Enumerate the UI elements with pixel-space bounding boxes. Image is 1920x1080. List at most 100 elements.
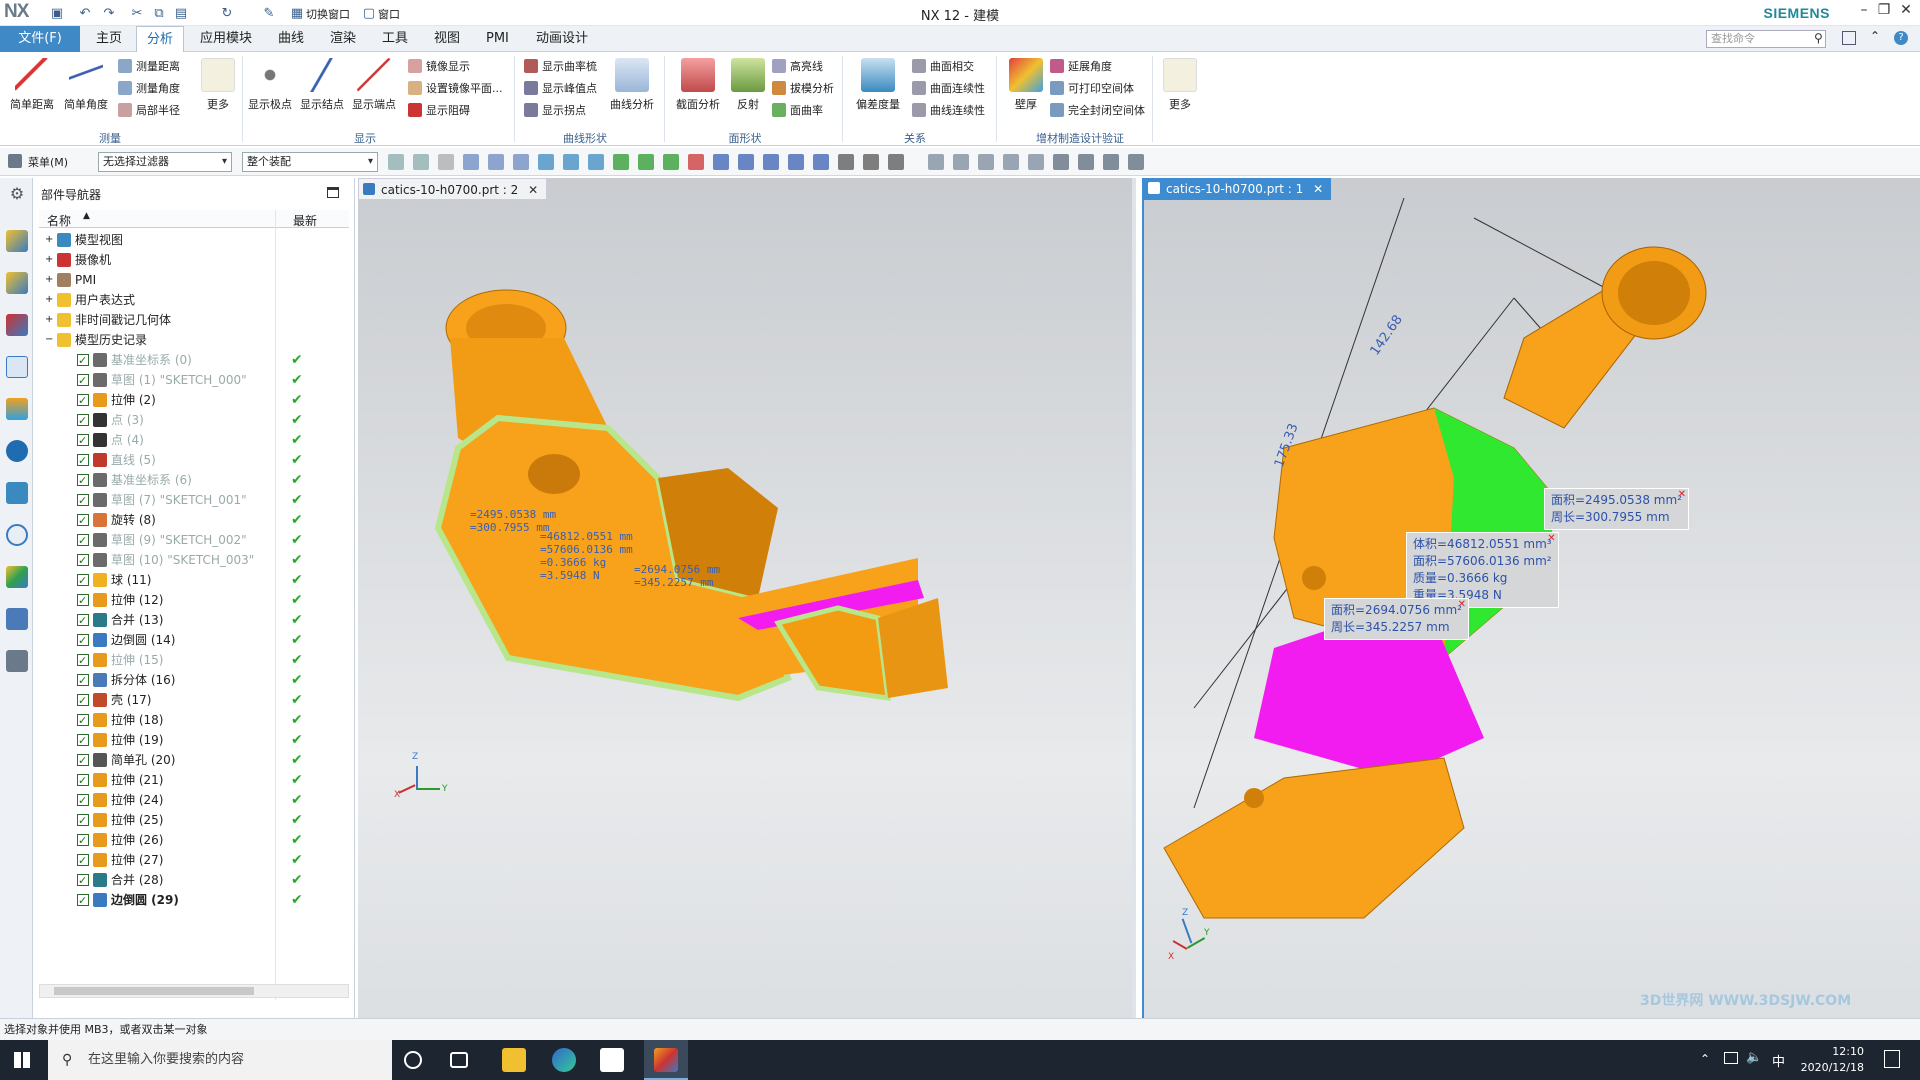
lasso-icon[interactable] — [488, 154, 504, 170]
navigator-group-row[interactable]: + 摄像机 — [39, 250, 349, 270]
tab-pmi[interactable]: PMI — [476, 26, 519, 52]
clock-icon[interactable] — [6, 524, 28, 546]
pan-icon[interactable] — [1003, 154, 1019, 170]
expand-icon[interactable]: + — [45, 230, 53, 250]
expand-icon[interactable]: + — [45, 270, 53, 290]
history-palette-icon[interactable] — [6, 482, 28, 504]
show-endpoints-button[interactable]: 显示端点 — [350, 58, 398, 120]
face-continuity-button[interactable]: 曲面连续性 — [912, 78, 985, 98]
select-icon[interactable] — [413, 154, 429, 170]
curvature-comb-button[interactable]: 显示曲率梳 — [524, 56, 597, 76]
expand-icon[interactable]: + — [45, 310, 53, 330]
point-on-curve-icon[interactable] — [788, 154, 804, 170]
repeat-command-icon[interactable]: ↻ — [218, 4, 236, 22]
feature-checkbox[interactable] — [77, 771, 89, 791]
feature-checkbox[interactable] — [77, 551, 89, 571]
close-icon[interactable]: ✕ — [1678, 486, 1686, 503]
printable-volume-button[interactable]: 可打印空间体 — [1050, 78, 1134, 98]
close-icon[interactable]: ✕ — [1547, 530, 1555, 547]
help-icon[interactable]: ? — [1894, 31, 1908, 45]
feature-row[interactable]: 拉伸 (25) ✔ — [39, 810, 349, 831]
feature-row[interactable]: 壳 (17) ✔ — [39, 690, 349, 711]
graphics-window-2[interactable]: catics-10-h0700.prt : 1 ✕ 175.33 142.68 … — [1142, 178, 1920, 1018]
windows-start-icon[interactable] — [14, 1052, 30, 1068]
feature-row[interactable]: 边倒圆 (14) ✔ — [39, 630, 349, 651]
navigator-group-row[interactable]: + 模型视图 — [39, 230, 349, 250]
touch-mode-icon[interactable]: ✎ — [260, 4, 278, 22]
solid-icon[interactable] — [538, 154, 554, 170]
web-browser-icon[interactable] — [6, 440, 28, 462]
graphics-window-1[interactable]: catics-10-h0700.prt : 2 ✕ =2495.0538 mm … — [358, 178, 1136, 1018]
section-analysis-button[interactable]: 截面分析 — [674, 58, 722, 120]
simple-distance-button[interactable]: 简单距离 — [8, 58, 56, 120]
feature-row[interactable]: 拉伸 (15) ✔ — [39, 650, 349, 671]
feature-checkbox[interactable] — [77, 871, 89, 891]
shaded-icon[interactable] — [1078, 154, 1094, 170]
peak-points-button[interactable]: 显示峰值点 — [524, 78, 597, 98]
system-clock[interactable]: 12:10 2020/12/18 — [1801, 1044, 1864, 1076]
existing-point-icon[interactable] — [838, 154, 854, 170]
part-navigator-icon[interactable] — [6, 314, 28, 336]
window-layout-icon[interactable] — [1842, 31, 1856, 45]
feature-checkbox[interactable] — [77, 751, 89, 771]
feature-row[interactable]: 草图 (7) "SKETCH_001" ✔ — [39, 490, 349, 511]
reflection-button[interactable]: 反射 — [724, 58, 772, 120]
quadrant-snap-icon[interactable] — [763, 154, 779, 170]
hide-icon[interactable] — [1103, 154, 1119, 170]
feature-row[interactable]: 点 (4) ✔ — [39, 430, 349, 451]
enclosed-volume-button[interactable]: 完全封闭空间体 — [1050, 100, 1145, 120]
feature-checkbox[interactable] — [77, 451, 89, 471]
feature-checkbox[interactable] — [77, 891, 89, 911]
feature-checkbox[interactable] — [77, 391, 89, 411]
am-more-button[interactable]: 更多 — [1156, 58, 1204, 120]
tab-tools[interactable]: 工具 — [372, 26, 418, 52]
navigator-group-row[interactable]: + PMI — [39, 270, 349, 290]
snap-settings-icon[interactable] — [388, 154, 404, 170]
feature-checkbox[interactable] — [77, 491, 89, 511]
rect-select-icon[interactable] — [463, 154, 479, 170]
feature-row[interactable]: 拉伸 (12) ✔ — [39, 590, 349, 611]
constraint-navigator-icon[interactable] — [6, 272, 28, 294]
face-icon[interactable] — [563, 154, 579, 170]
tangent-snap-icon[interactable] — [738, 154, 754, 170]
tab-analysis[interactable]: 分析 — [136, 26, 185, 53]
polygon-snap-icon[interactable] — [888, 154, 904, 170]
control-point-snap-icon[interactable] — [663, 154, 679, 170]
expand-icon[interactable]: + — [45, 250, 53, 270]
feature-row[interactable]: 基准坐标系 (6) ✔ — [39, 470, 349, 491]
feature-checkbox[interactable] — [77, 711, 89, 731]
column-latest-header[interactable]: 最新 — [293, 212, 317, 229]
feature-checkbox[interactable] — [77, 471, 89, 491]
volume-icon[interactable]: 🔈 — [1746, 1050, 1762, 1065]
feature-checkbox[interactable] — [77, 371, 89, 391]
undo-icon[interactable]: ↶ — [76, 4, 94, 22]
feature-checkbox[interactable] — [77, 611, 89, 631]
feature-row[interactable]: 草图 (9) "SKETCH_002" ✔ — [39, 530, 349, 551]
cortana-icon[interactable] — [404, 1051, 422, 1069]
feature-row[interactable]: 草图 (1) "SKETCH_000" ✔ — [39, 370, 349, 391]
body-icon[interactable] — [588, 154, 604, 170]
notification-icon[interactable] — [1884, 1050, 1900, 1068]
navigator-group-row[interactable]: + 用户表达式 — [39, 290, 349, 310]
navigator-group-row[interactable]: + 非时间戳记几何体 — [39, 310, 349, 330]
set-mirror-plane-button[interactable]: 设置镜像平面... — [408, 78, 503, 98]
feature-checkbox[interactable] — [77, 791, 89, 811]
feature-checkbox[interactable] — [77, 631, 89, 651]
deviation-gauge-button[interactable]: 偏差度量 — [854, 58, 902, 120]
collapse-icon[interactable]: − — [45, 330, 53, 350]
command-search-input[interactable]: 查找命令 — [1706, 30, 1826, 48]
tray-chevron-icon[interactable]: ⌃ — [1700, 1052, 1710, 1066]
mirror-display-button[interactable]: 镜像显示 — [408, 56, 470, 76]
feature-row[interactable]: 草图 (10) "SKETCH_003" ✔ — [39, 550, 349, 571]
multiselect-icon[interactable] — [513, 154, 529, 170]
tab-curve[interactable]: 曲线 — [268, 26, 314, 52]
highlight-lines-button[interactable]: 高亮线 — [772, 56, 823, 76]
assembly-navigator-icon[interactable] — [6, 230, 28, 252]
layer-icon[interactable] — [1128, 154, 1144, 170]
point-on-face-icon[interactable] — [813, 154, 829, 170]
collapse-ribbon-icon[interactable]: ⌃ — [1870, 29, 1880, 43]
show-poles-button[interactable]: 显示极点 — [246, 58, 294, 120]
inflection-points-button[interactable]: 显示拐点 — [524, 100, 586, 120]
feature-row[interactable]: 拆分体 (16) ✔ — [39, 670, 349, 691]
redo-icon[interactable]: ↷ — [100, 4, 118, 22]
